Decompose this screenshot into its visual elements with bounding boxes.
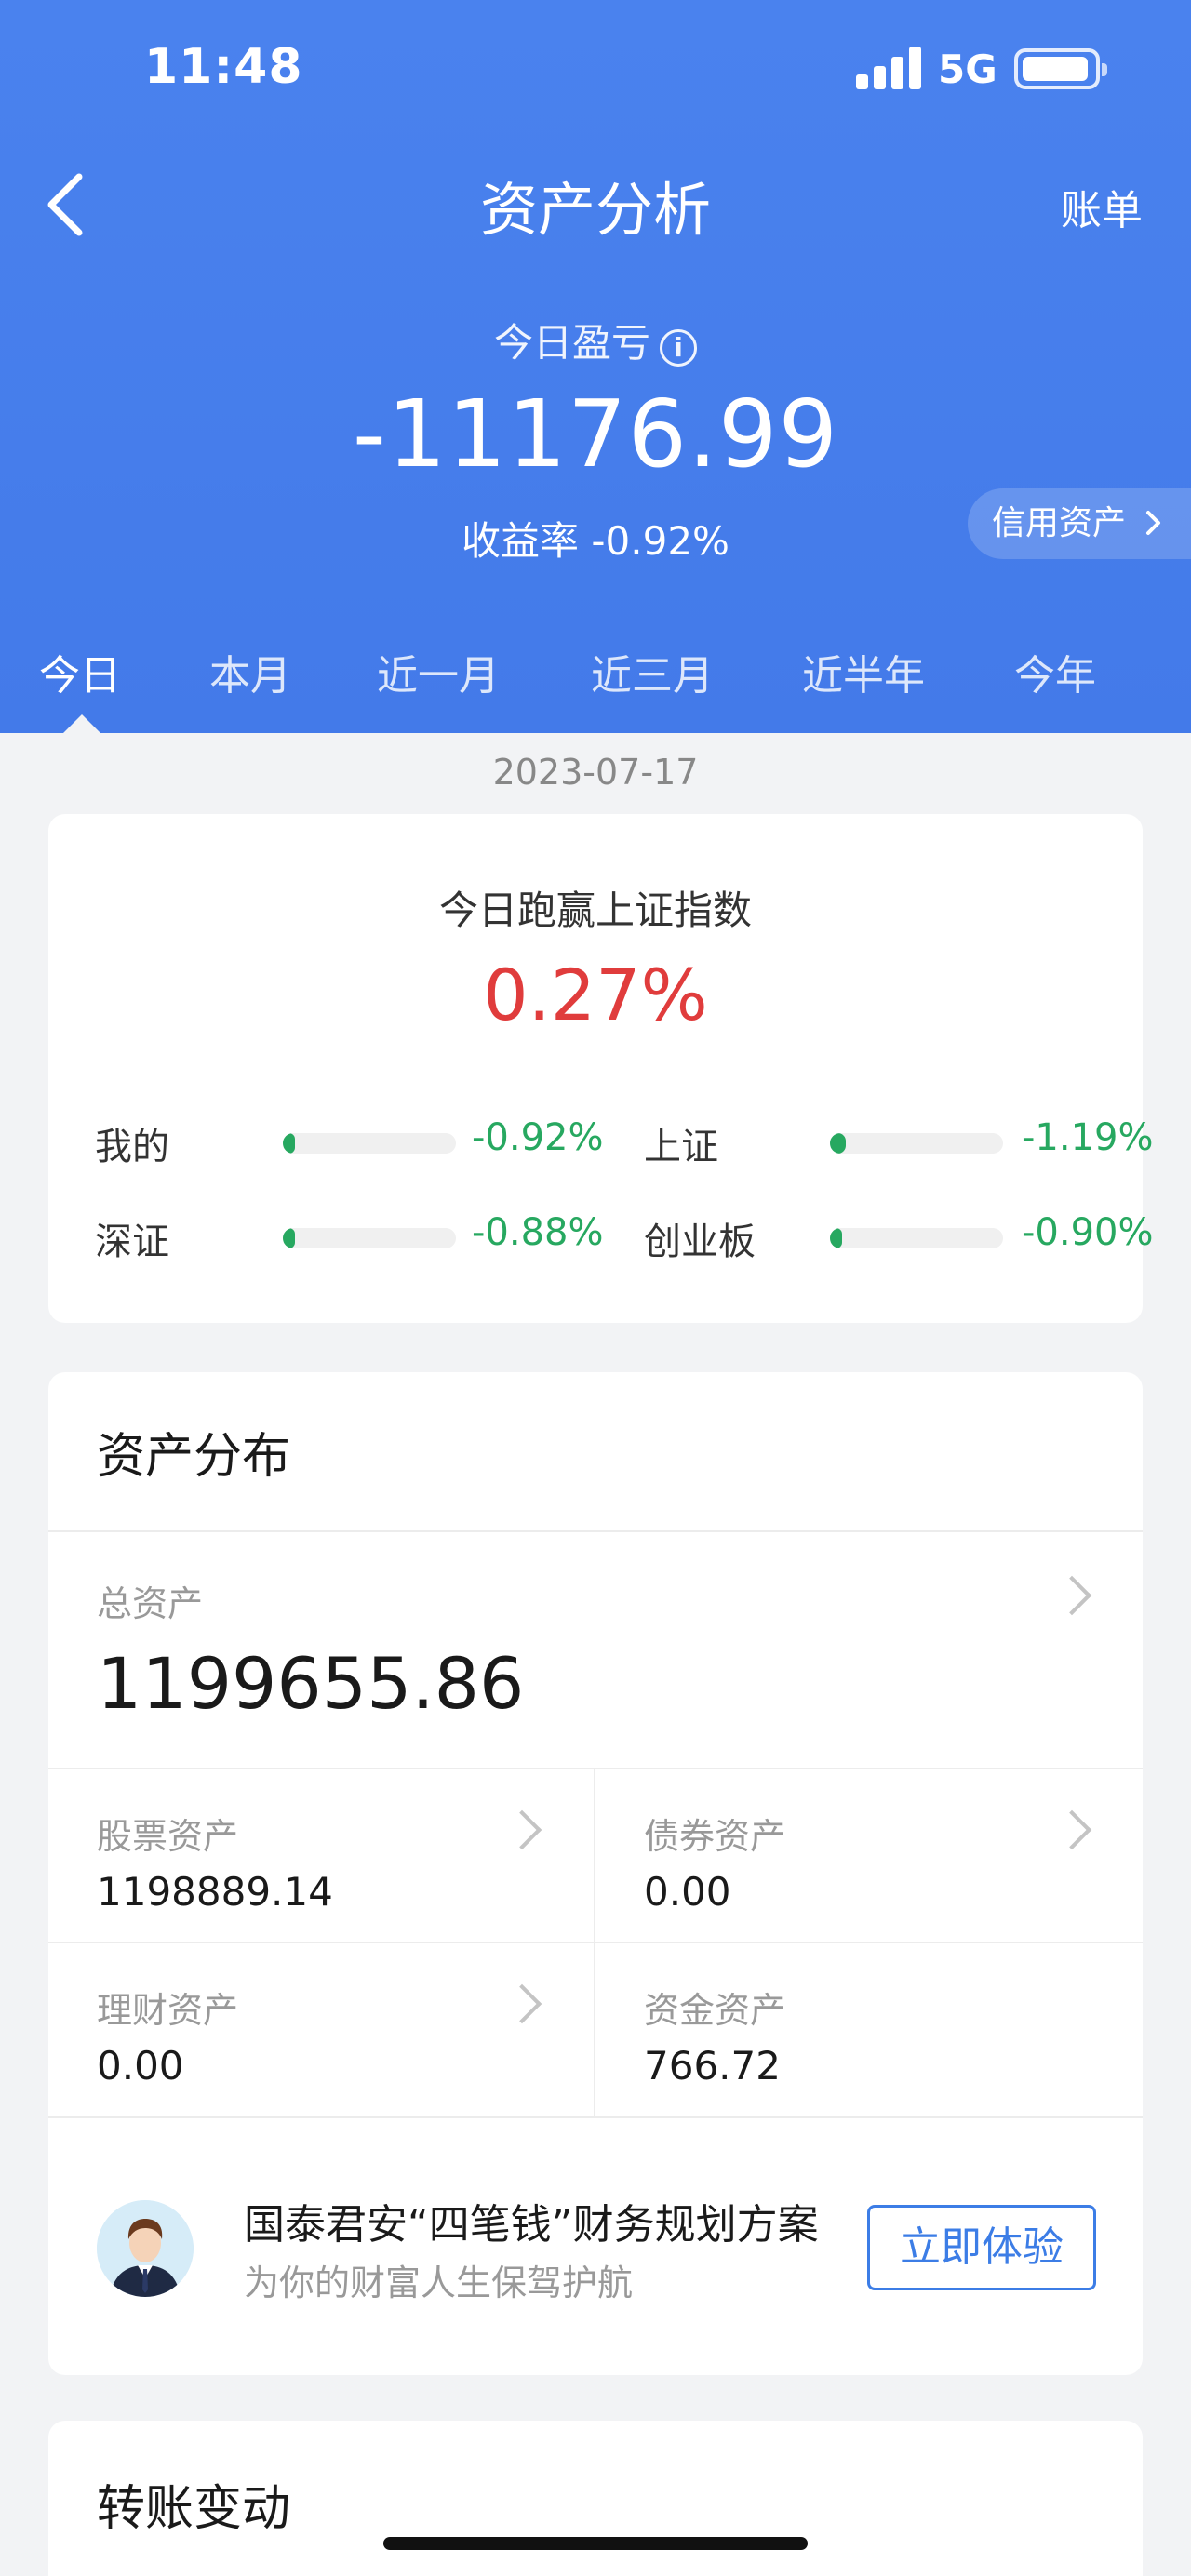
chevron-right-icon [1146,511,1161,535]
header: 11:48 5G 资产分析 账单 今日盈亏 i -11176.99 收益率 -0.… [0,0,1191,733]
cash-assets-value: 766.72 [644,2043,781,2089]
stock-assets-value: 1198889.14 [97,1869,333,1915]
benchmark-card: 今日跑赢上证指数 0.27% 我的 -0.92% 上证 -1.19% 深证 -0… [48,814,1154,1323]
stock-assets-label: 股票资产 [97,1816,239,1857]
compare-value: -0.88% [472,1211,604,1254]
total-assets-value: 1199655.86 [97,1642,525,1725]
tab-today[interactable]: 今日 [39,642,121,701]
benchmark-title: 今日跑赢上证指数 [438,888,752,933]
compare-bar [830,1133,1003,1154]
compare-label: 上证 [644,1126,718,1168]
compare-bar [283,1133,456,1154]
asset-distribution-card: 资产分布 总资产 1199655.86 股票资产 1198889.14 债券资产… [48,1372,1143,2375]
network-type: 5G [938,47,997,92]
info-icon[interactable]: i [660,329,697,367]
total-assets-label: 总资产 [97,1583,204,1624]
tab-last-month[interactable]: 近一月 [377,642,500,701]
tab-last-three-months[interactable]: 近三月 [591,642,714,701]
compare-label: 创业板 [644,1221,756,1263]
compare-value: -0.92% [472,1116,604,1159]
chevron-right-icon [1051,1575,1092,1616]
battery-icon [1014,48,1107,89]
period-tabs: 今日 本月 近一月 近三月 近半年 今年 [0,642,1191,733]
signal-icon [856,47,921,89]
tab-last-half-year[interactable]: 近半年 [802,642,925,701]
compare-label: 我的 [95,1126,169,1168]
tab-this-month[interactable]: 本月 [209,642,291,701]
pnl-label-text: 今日盈亏 [493,320,650,366]
divider [48,1530,1143,1532]
benchmark-value: 0.27% [483,954,708,1036]
compare-bar [283,1228,456,1248]
divider [48,2116,1143,2118]
divider [48,1768,1143,1769]
bond-assets-value: 0.00 [644,1869,731,1915]
page-title: 资产分析 [479,176,711,244]
try-now-button[interactable]: 立即体验 [867,2205,1096,2290]
compare-label: 深证 [95,1221,169,1263]
bill-link[interactable]: 账单 [1061,177,1143,236]
credit-assets-label: 信用资产 [992,504,1127,542]
chevron-right-icon [1051,1809,1092,1850]
compare-value: -0.90% [1022,1211,1154,1254]
pnl-label: 今日盈亏 i [0,312,1191,368]
credit-assets-button[interactable]: 信用资产 [968,488,1191,559]
chevron-right-icon [502,1809,542,1850]
date-label: 2023-07-17 [492,752,699,793]
pnl-value: -11176.99 [352,380,839,488]
compare-value: -1.19% [1022,1116,1154,1159]
promo-subtitle: 为你的财富人生保驾护航 [244,2262,634,2303]
person-icon [97,2200,194,2297]
chevron-right-icon [502,1983,542,2024]
divider [48,1942,1143,1943]
cash-assets-label: 资金资产 [644,1990,786,2031]
compare-bar [830,1228,1003,1248]
distribution-title: 资产分布 [97,1429,291,1485]
home-indicator [383,2537,808,2550]
wealth-assets-value: 0.00 [97,2043,184,2089]
transfer-title: 转账变动 [97,2481,291,2537]
advisor-avatar [97,2200,194,2297]
status-bar: 11:48 5G [0,0,1191,140]
tab-indicator [63,714,100,733]
status-time: 11:48 [144,39,303,95]
bond-assets-label: 债券资产 [644,1816,786,1857]
transfer-card: 转账变动 [48,2421,1143,2576]
tab-this-year[interactable]: 今年 [1014,642,1096,701]
wealth-assets-label: 理财资产 [97,1990,239,2031]
promo-title: 国泰君安“四笔钱”财务规划方案 [244,2201,819,2249]
